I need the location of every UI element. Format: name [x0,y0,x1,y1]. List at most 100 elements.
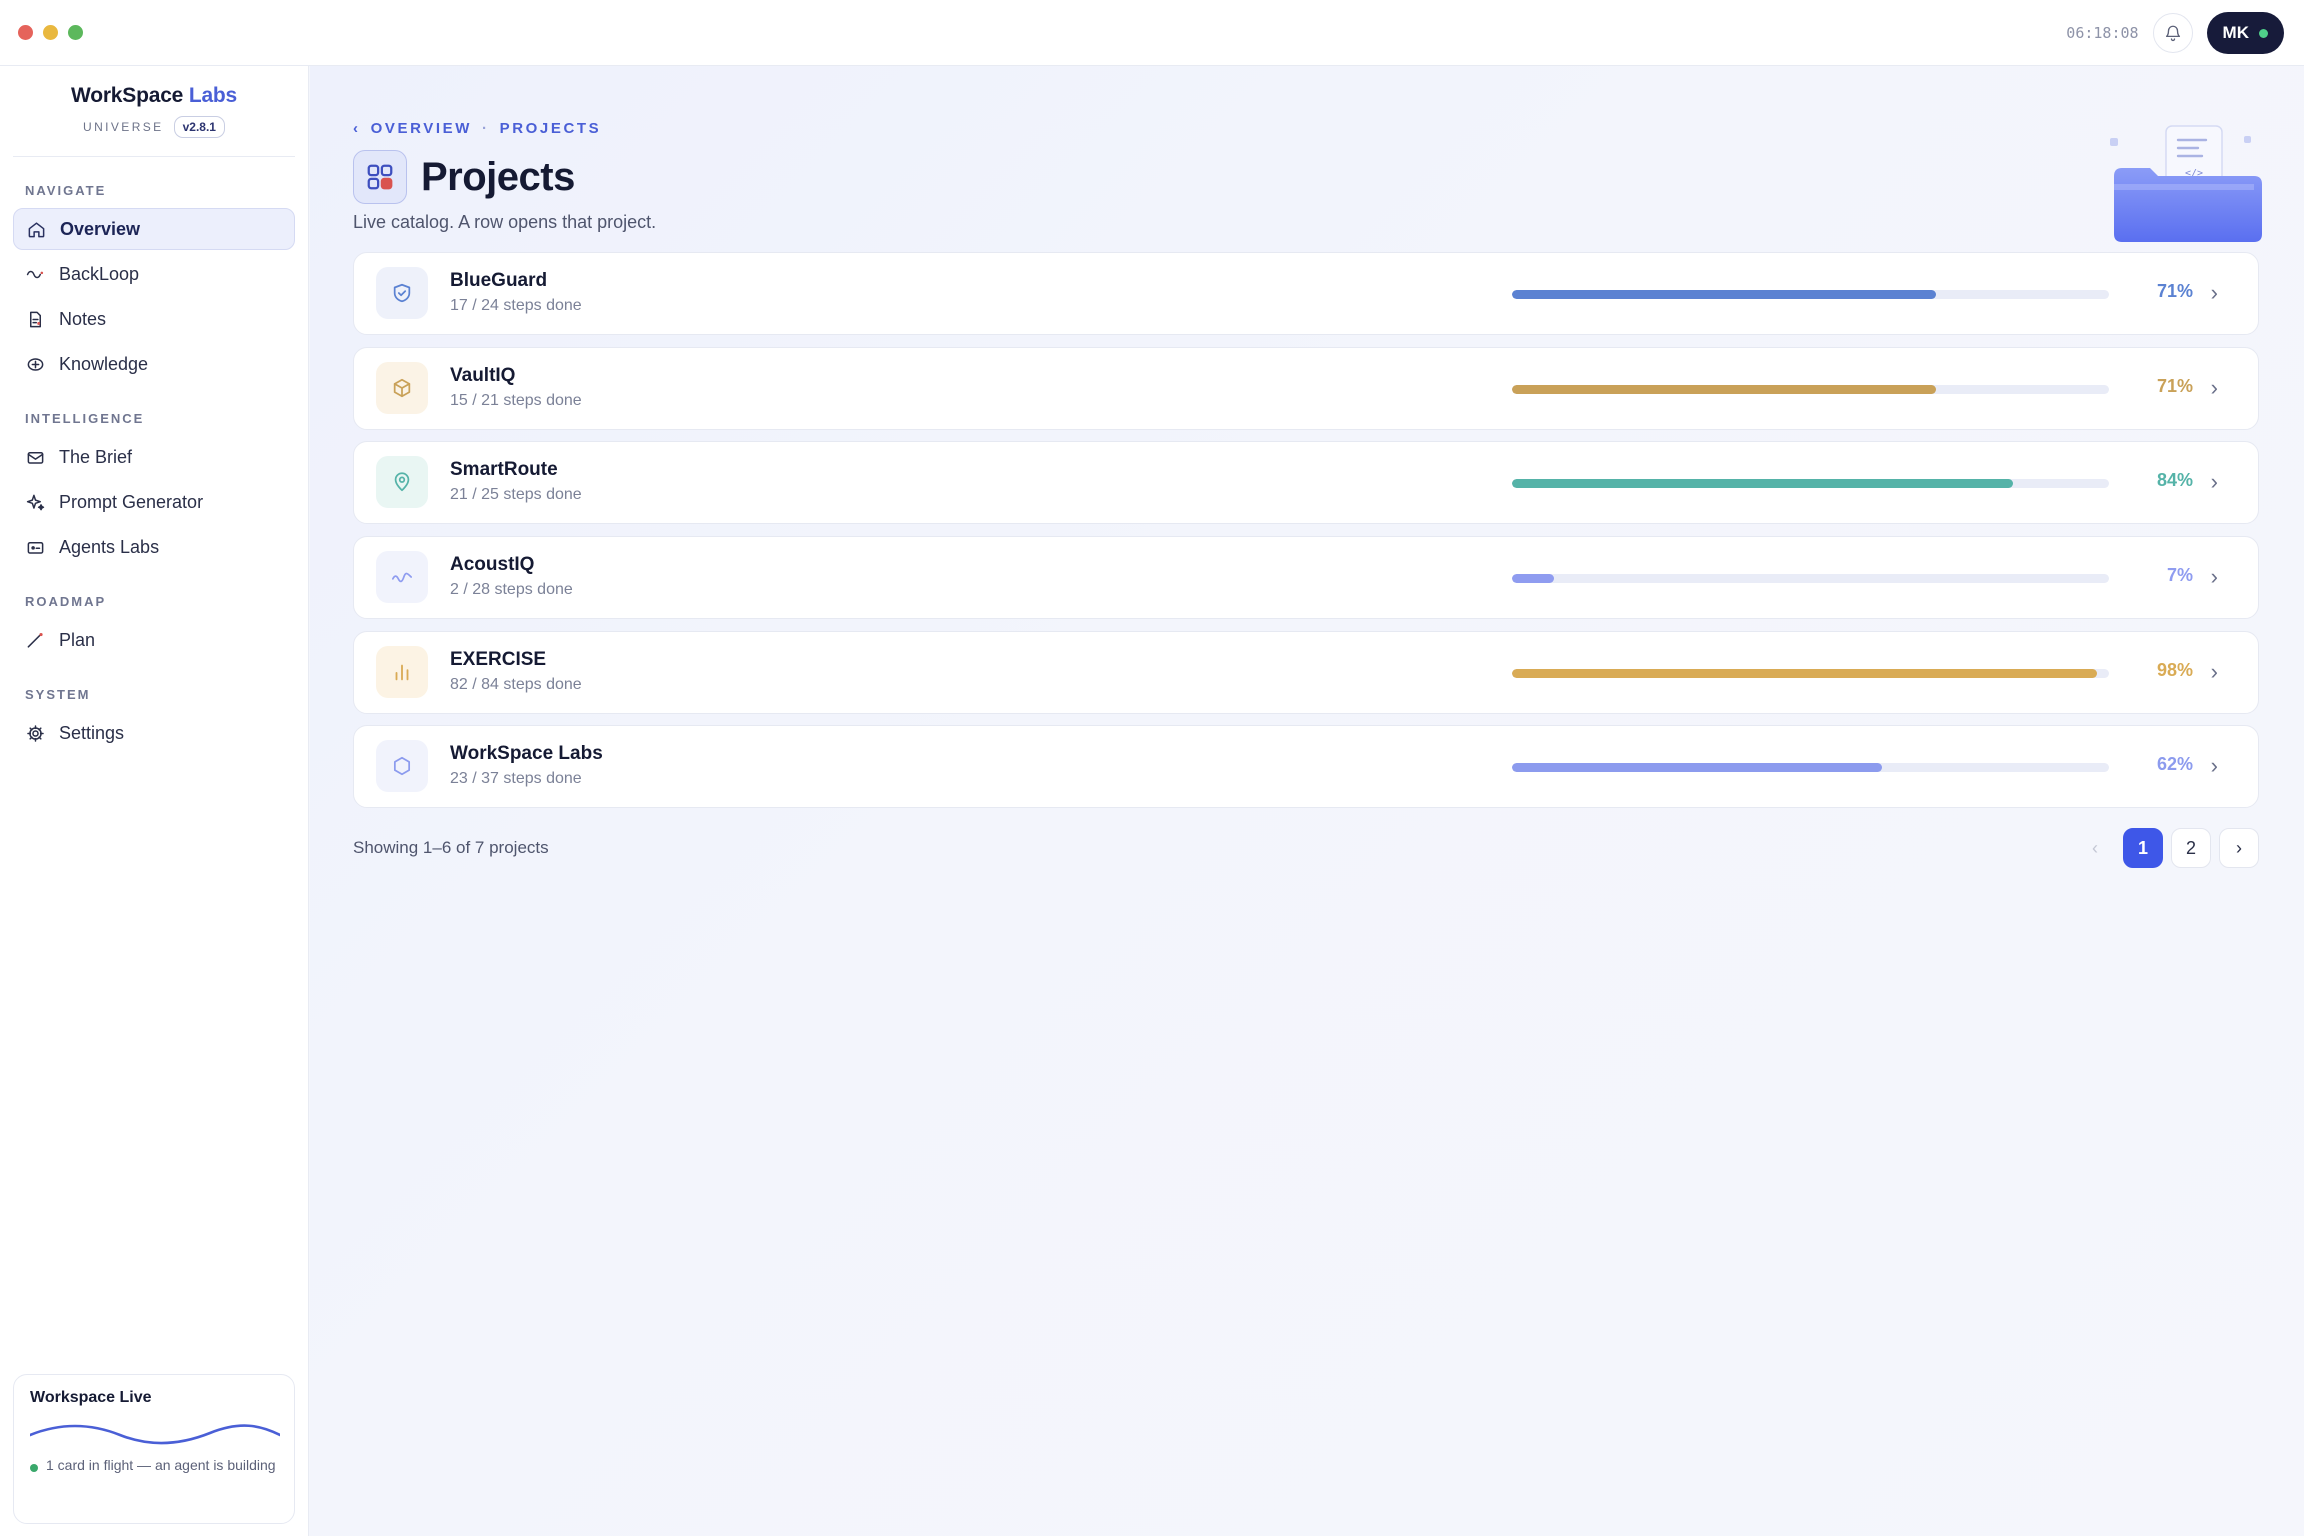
sparkle-icon [26,494,45,510]
brand-name-accent: Labs [188,84,238,107]
mail-icon [27,451,44,464]
project-row-exercise[interactable]: EXERCISE 82 / 84 steps done 98% › [353,630,2259,714]
titlebar-right: 06:18:08 MK [2066,11,2284,55]
project-percent: 7% [2166,565,2193,586]
page-subtitle: Live catalog. A row opens that project. [353,212,657,232]
chevron-right-icon: › [2210,753,2218,779]
breadcrumb: ‹ OVERVIEW · PROJECTS [353,120,601,137]
activity-wave-icon [30,1424,280,1445]
folder-illustration-icon: </> [2110,125,2262,242]
progress-fill [1512,668,2098,678]
project-name: EXERCISE [450,648,547,670]
page-icon [353,150,407,204]
sidebar-item-agents-labs[interactable]: Agents Labs [13,526,295,568]
user-avatar-button[interactable]: MK [2206,12,2284,54]
loop-icon [26,270,44,278]
box-icon [393,378,411,397]
progress-fill [1512,290,1936,299]
brand: WorkSpace Labs UNIVERSE v2.8.1 [0,66,308,138]
project-icon [376,740,428,793]
sidebar-divider [13,156,295,157]
shield-icon [393,283,411,303]
brand-name-primary: WorkSpace [70,84,184,107]
project-name: BlueGuard [450,270,548,291]
sidebar-item-prompt-generator[interactable]: Prompt Generator [13,481,295,523]
sidebar-item-overview[interactable]: Overview [13,208,295,250]
main-content: ‹ OVERVIEW · PROJECTS Projects Live cata… [310,66,2304,1536]
wave-icon [391,572,413,583]
project-icon [376,645,428,698]
version-badge: v2.8.1 [173,116,225,138]
chevron-right-icon: › [2210,564,2218,590]
showing-count: Showing 1–6 of 7 projects [353,838,549,857]
progress-track [1512,574,2109,584]
clock: 06:18:08 [2066,24,2139,42]
project-steps: 2 / 28 steps done [450,581,573,599]
brain-icon [27,357,44,371]
progress-fill [1512,574,1554,584]
project-icon [376,267,428,319]
nav-section-roadmap: ROADMAP [25,594,107,609]
notifications-button[interactable] [2152,13,2193,53]
project-row-smartroute[interactable]: SmartRoute 21 / 25 steps done 84% › [353,441,2259,525]
pagination: ‹ 1 2 › [2075,828,2259,868]
hexagon-icon [393,757,411,776]
project-list: BlueGuard 17 / 24 steps done 71% › Vault… [353,252,2259,820]
page-button-2[interactable]: 2 [2171,828,2211,868]
sidebar: WorkSpace Labs UNIVERSE v2.8.1 NAVIGATE … [0,66,309,1536]
sidebar-item-label: Plan [59,629,96,650]
project-row-workspace-labs[interactable]: WorkSpace Labs 23 / 37 steps done 62% › [353,725,2259,809]
breadcrumb-overview[interactable]: OVERVIEW [371,120,472,137]
sidebar-item-label: Overview [60,218,141,239]
breadcrumb-separator: · [481,120,490,137]
close-window-button[interactable] [18,25,33,40]
workspace-live-title: Workspace Live [30,1389,152,1406]
sidebar-item-backloop[interactable]: BackLoop [13,253,295,295]
page-button-1[interactable]: 1 [2123,828,2163,868]
project-row-acoustiq[interactable]: AcoustIQ 2 / 28 steps done 7% › [353,536,2259,620]
title-bar: 06:18:08 MK [0,0,2304,66]
chevron-right-icon: › [2210,374,2218,400]
workspace-live-card[interactable]: Workspace Live 1 card in flight — an age… [13,1374,295,1524]
page-header: Projects [353,150,575,204]
project-percent: 98% [2156,659,2193,680]
live-status-text: 1 card in flight — an agent is building [46,1457,276,1473]
sidebar-item-the-brief[interactable]: The Brief [13,436,295,478]
project-icon [376,456,428,509]
next-page-button[interactable]: › [2219,828,2259,868]
chevron-right-icon: › [2210,280,2218,305]
brand-subline: UNIVERSE v2.8.1 [0,116,308,138]
nav-section-navigate: NAVIGATE [25,183,107,198]
sidebar-item-label: Knowledge [59,353,149,374]
project-steps: 82 / 84 steps done [450,675,582,693]
project-steps: 23 / 37 steps done [450,770,582,788]
progress-track [1512,763,2109,773]
list-footer: Showing 1–6 of 7 projects ‹ 1 2 › [353,828,2259,868]
breadcrumb-projects: PROJECTS [499,120,602,137]
sidebar-item-knowledge[interactable]: Knowledge [13,343,295,385]
page-title: Projects [421,154,575,199]
minimize-window-button[interactable] [43,25,58,40]
progress-track [1512,290,2109,299]
live-status: 1 card in flight — an agent is building [30,1455,278,1476]
sidebar-item-settings[interactable]: Settings [13,712,295,754]
sidebar-item-plan[interactable]: Plan [13,619,295,661]
project-row-blueguard[interactable]: BlueGuard 17 / 24 steps done 71% › [353,252,2259,335]
location-pin-icon [394,472,410,492]
maximize-window-button[interactable] [68,25,83,40]
project-percent: 71% [2156,281,2193,301]
progress-track [1512,668,2109,678]
project-percent: 84% [2156,470,2193,491]
breadcrumb-back[interactable]: ‹ [353,120,361,137]
project-name: AcoustIQ [450,554,535,576]
nav-section-intelligence: INTELLIGENCE [25,411,145,426]
prev-page-button[interactable]: ‹ [2075,828,2115,868]
grid-apps-icon [367,164,393,190]
sidebar-item-notes[interactable]: Notes [13,298,295,340]
sidebar-item-label: Notes [59,308,107,329]
sidebar-item-label: BackLoop [59,263,140,284]
progress-track [1512,384,2109,394]
project-row-vaultiq[interactable]: VaultIQ 15 / 21 steps done 71% › [353,346,2259,430]
online-status-dot [2259,28,2268,38]
sidebar-item-label: Settings [59,722,125,743]
